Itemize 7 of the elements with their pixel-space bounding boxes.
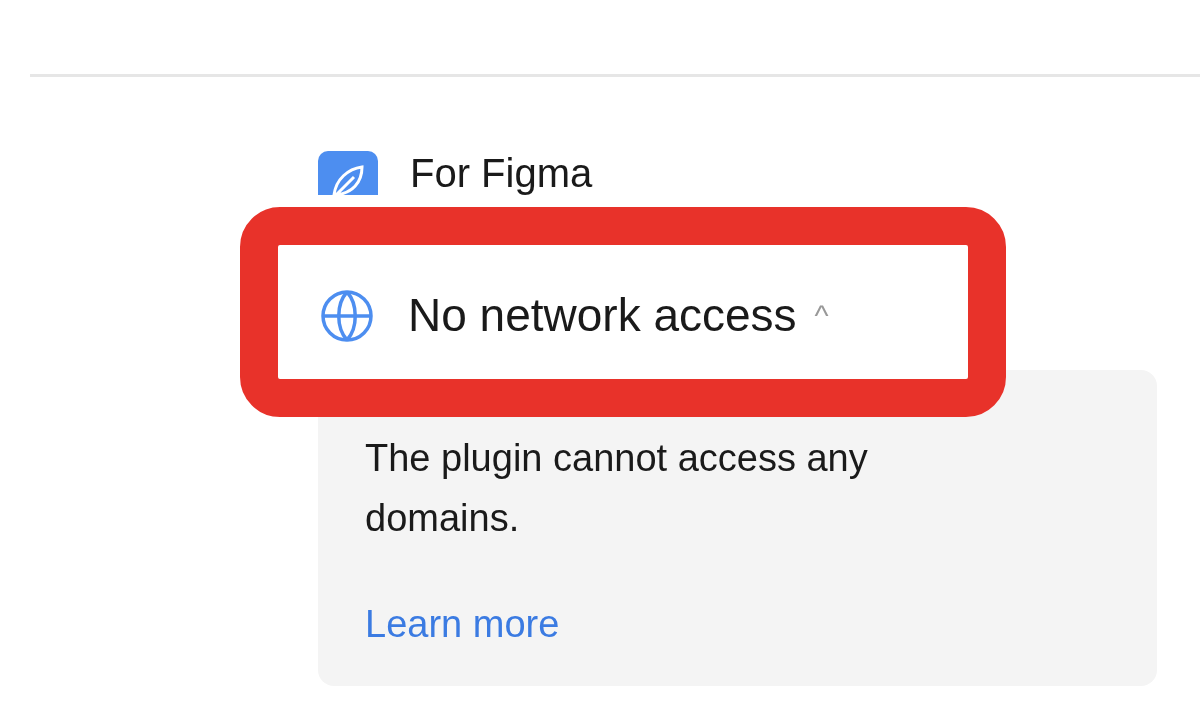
permission-description: The plugin cannot access any domains. <box>365 436 869 541</box>
caret-icon: ^ <box>814 293 829 338</box>
globe-icon <box>320 288 374 343</box>
permission-toggle[interactable]: No network access ^ <box>320 281 829 350</box>
learn-more-link[interactable]: Learn more <box>365 596 560 653</box>
app-icon <box>318 151 378 195</box>
plugin-name: For Figma <box>410 151 593 195</box>
